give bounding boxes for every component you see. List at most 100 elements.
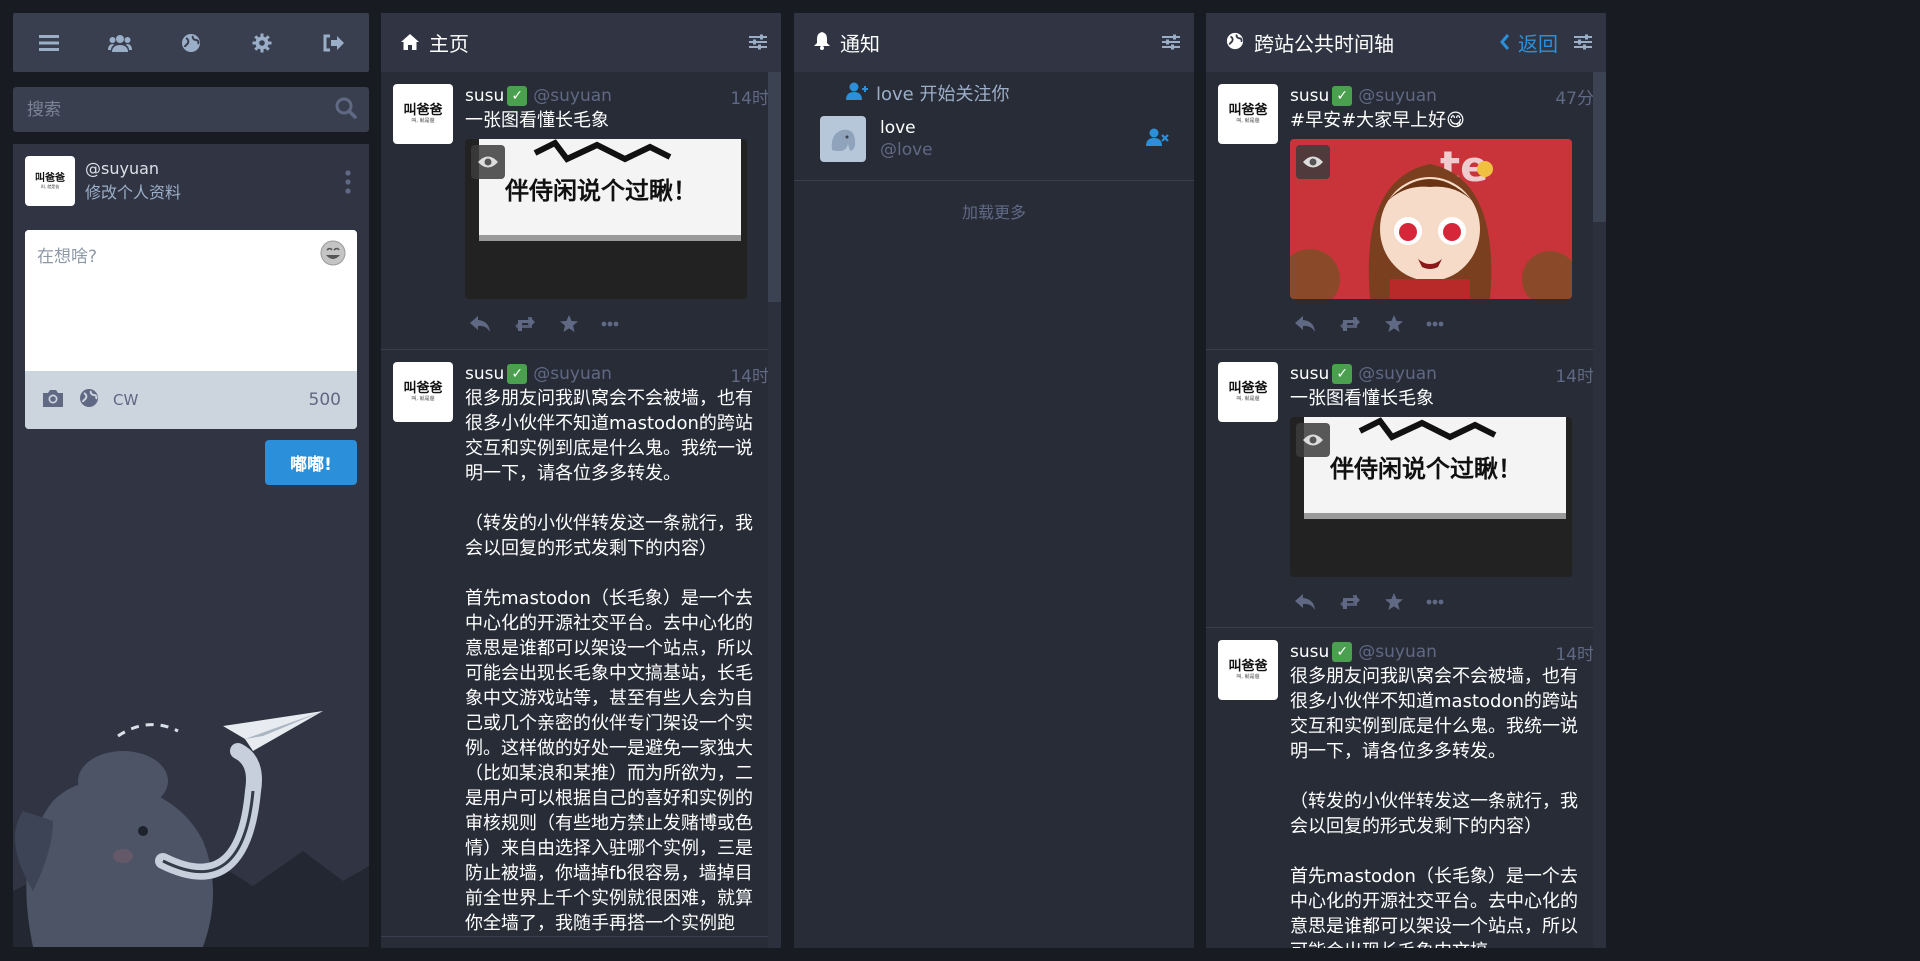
load-more-button[interactable]: 加载更多 bbox=[794, 199, 1194, 223]
avatar[interactable]: 叫爸爸 叫, 就是爸 bbox=[1218, 362, 1278, 422]
status[interactable]: 叫爸爸 叫, 就是爸 susu ✓ @suyuan 14时 一张图看懂长毛象 伴… bbox=[381, 72, 781, 350]
status[interactable]: 叫爸爸 叫, 就是爸 susu ✓ @suyuan 14时 很多朋友问我趴窝会不… bbox=[381, 350, 781, 937]
logout-icon[interactable] bbox=[313, 23, 353, 63]
avatar[interactable]: 叫爸爸 叫, 就是爸 bbox=[1218, 640, 1278, 700]
emoji-icon[interactable] bbox=[319, 239, 347, 271]
compose-textarea[interactable] bbox=[25, 230, 357, 367]
status-actions bbox=[1290, 577, 1594, 627]
avatar-text: 叫爸爸 bbox=[403, 102, 443, 118]
media-image: te bbox=[1290, 139, 1572, 299]
status[interactable]: 叫爸爸 叫, 就是爸 susu ✓ @suyuan 47分 #早安#大家早上好😋… bbox=[1206, 72, 1606, 350]
chevron-left-icon bbox=[1500, 31, 1510, 55]
display-name[interactable]: love bbox=[880, 117, 933, 139]
avatar-subtext: 叫, 就是爸 bbox=[1236, 395, 1260, 402]
kebab-icon[interactable] bbox=[345, 170, 351, 198]
display-name[interactable]: susu bbox=[465, 86, 504, 106]
display-name[interactable]: susu bbox=[1290, 364, 1329, 384]
people-icon[interactable] bbox=[100, 23, 140, 63]
current-user-acct[interactable]: @suyuan bbox=[85, 157, 181, 181]
boost-icon[interactable] bbox=[513, 315, 537, 333]
avatar-subtext: 叫, 就是爸 bbox=[1236, 117, 1260, 124]
account-handle[interactable]: @love bbox=[880, 139, 933, 161]
sliders-icon[interactable] bbox=[1162, 31, 1180, 55]
avatar-subtext: 叫, 就是爸 bbox=[1236, 673, 1260, 680]
back-button[interactable]: 返回 bbox=[1500, 28, 1558, 57]
current-user: 叫爸爸 叫, 就是爸 @suyuan 修改个人资料 bbox=[13, 144, 369, 218]
eye-icon[interactable] bbox=[1296, 145, 1330, 179]
status-time[interactable]: 14时 bbox=[730, 84, 769, 109]
avatar-text: 叫爸爸 bbox=[403, 380, 443, 396]
back-label: 返回 bbox=[1518, 32, 1558, 56]
ellipsis-icon[interactable] bbox=[1426, 321, 1444, 327]
avatar[interactable]: 叫爸爸 叫, 就是爸 bbox=[1218, 84, 1278, 144]
edit-profile-link[interactable]: 修改个人资料 bbox=[85, 181, 181, 205]
camera-icon[interactable] bbox=[41, 388, 65, 412]
cw-button[interactable]: CW bbox=[113, 391, 138, 409]
status-time[interactable]: 14时 bbox=[1555, 362, 1594, 387]
reply-icon[interactable] bbox=[1294, 593, 1316, 611]
sliders-icon[interactable] bbox=[1574, 31, 1592, 55]
status-actions bbox=[465, 299, 769, 349]
eye-icon[interactable] bbox=[471, 145, 505, 179]
star-icon[interactable] bbox=[559, 314, 579, 334]
scrollbar-thumb[interactable] bbox=[1593, 72, 1606, 222]
avatar[interactable]: 叫爸爸 叫, 就是爸 bbox=[393, 362, 453, 422]
reply-icon[interactable] bbox=[469, 315, 491, 333]
avatar[interactable] bbox=[820, 116, 866, 162]
status-time[interactable]: 14时 bbox=[1555, 640, 1594, 665]
column-header-notifications[interactable]: 通知 bbox=[794, 13, 1194, 72]
search-bar bbox=[13, 87, 369, 132]
globe-icon[interactable] bbox=[171, 23, 211, 63]
scrollbar[interactable] bbox=[768, 72, 781, 948]
search-input[interactable] bbox=[25, 98, 335, 121]
status-time[interactable]: 47分 bbox=[1555, 84, 1594, 109]
media-attachment[interactable]: 伴侍闲说个过瞅！ bbox=[465, 139, 747, 299]
status-time[interactable]: 14时 bbox=[730, 362, 769, 387]
notification-item[interactable]: love 开始关注你 love @love bbox=[794, 72, 1194, 181]
media-attachment[interactable]: 伴侍闲说个过瞅！ bbox=[1290, 417, 1572, 577]
toot-button[interactable]: 嘟嘟! bbox=[265, 440, 357, 485]
status[interactable]: 叫爸爸 叫, 就是爸 susu ✓ @suyuan 14时 一张图看懂长毛象 伴… bbox=[1206, 350, 1606, 628]
column-home: 主页 叫爸爸 叫, 就是爸 susu ✓ @suyuan 14时 一张图看懂长毛… bbox=[381, 13, 781, 948]
scrollbar[interactable] bbox=[1593, 72, 1606, 948]
display-name[interactable]: susu bbox=[1290, 642, 1329, 662]
reply-icon[interactable] bbox=[1294, 315, 1316, 333]
compose-footer: CW 500 bbox=[25, 371, 357, 429]
column-header-public[interactable]: 跨站公共时间轴 返回 bbox=[1206, 13, 1606, 72]
account-handle[interactable]: @suyuan bbox=[1358, 642, 1437, 662]
ellipsis-icon[interactable] bbox=[601, 321, 619, 327]
display-name[interactable]: susu bbox=[1290, 86, 1329, 106]
scrollbar-thumb[interactable] bbox=[768, 72, 781, 302]
boost-icon[interactable] bbox=[1338, 593, 1362, 611]
unfollow-icon[interactable] bbox=[1146, 128, 1170, 150]
verified-check-icon: ✓ bbox=[507, 364, 528, 384]
star-icon[interactable] bbox=[1384, 592, 1404, 612]
ellipsis-icon[interactable] bbox=[1426, 599, 1444, 605]
status[interactable]: 叫爸爸 叫, 就是爸 susu ✓ @suyuan 14时 很多朋友问我趴窝会不… bbox=[1206, 628, 1606, 948]
avatar-text: 叫爸爸 bbox=[1228, 380, 1268, 396]
avatar-subtext: 叫, 就是爸 bbox=[411, 395, 435, 402]
column-title: 通知 bbox=[840, 32, 880, 56]
column-notifications: 通知 love 开始关注你 love @love 加载更多 bbox=[794, 13, 1194, 948]
drawer: 叫爸爸 叫, 就是爸 @suyuan 修改个人资料 CW 500 bbox=[13, 13, 369, 948]
account-handle[interactable]: @suyuan bbox=[533, 364, 612, 384]
gear-icon[interactable] bbox=[242, 23, 282, 63]
menu-icon[interactable] bbox=[29, 23, 69, 63]
verified-check-icon: ✓ bbox=[1332, 364, 1353, 384]
avatar[interactable]: 叫爸爸 叫, 就是爸 bbox=[393, 84, 453, 144]
privacy-globe-icon[interactable] bbox=[79, 388, 99, 412]
eye-icon[interactable] bbox=[1296, 423, 1330, 457]
account-handle[interactable]: @suyuan bbox=[1358, 86, 1437, 106]
sliders-icon[interactable] bbox=[749, 31, 767, 55]
status-content: 很多朋友问我趴窝会不会被墙，也有很多小伙伴不知道mastodon的跨站交互和实例… bbox=[1290, 666, 1578, 948]
display-name[interactable]: susu bbox=[465, 364, 504, 384]
star-icon[interactable] bbox=[1384, 314, 1404, 334]
drawer-header bbox=[13, 13, 369, 72]
search-icon[interactable] bbox=[335, 97, 357, 123]
account-handle[interactable]: @suyuan bbox=[1358, 364, 1437, 384]
media-attachment[interactable]: te bbox=[1290, 139, 1572, 299]
boost-icon[interactable] bbox=[1338, 315, 1362, 333]
column-header-home[interactable]: 主页 bbox=[381, 13, 781, 72]
account-handle[interactable]: @suyuan bbox=[533, 86, 612, 106]
avatar[interactable]: 叫爸爸 叫, 就是爸 bbox=[25, 156, 75, 206]
